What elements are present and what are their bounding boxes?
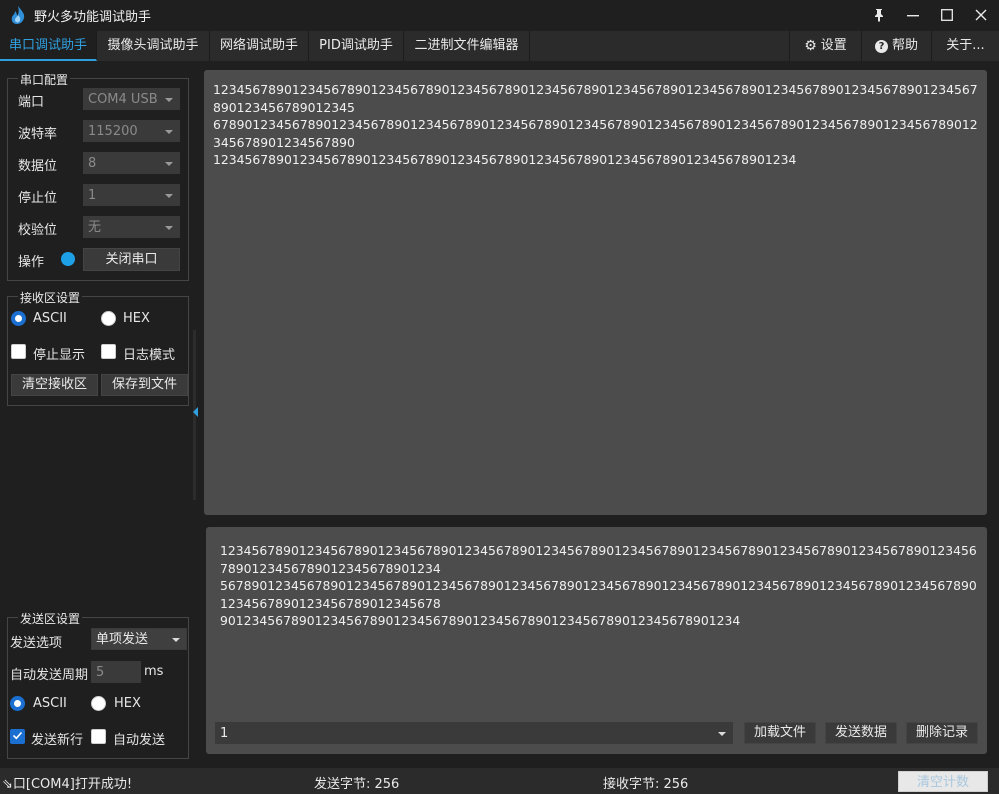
help-button[interactable]: ? 帮助 xyxy=(861,31,931,61)
gear-icon: ⚙ xyxy=(804,38,817,54)
receive-line: 6789012345678901234567890123456789012345… xyxy=(213,117,978,150)
chevron-down-icon xyxy=(172,638,180,642)
send-area: 1234567890123456789012345678901234567890… xyxy=(206,527,987,754)
receive-ascii-radio[interactable] xyxy=(11,311,26,326)
auto-period-label: 自动发送周期 xyxy=(10,668,89,683)
log-mode-label: 日志模式 xyxy=(123,348,176,363)
port-status-led-icon xyxy=(61,252,75,266)
chevron-down-icon xyxy=(165,130,173,134)
tab-camera-assistant[interactable]: 摄像头调试助手 xyxy=(97,31,210,61)
send-ascii-radio[interactable] xyxy=(10,696,25,711)
status-bar: ⇘口[COM4]打开成功! 发送字节: 256 接收字节: 256 清空计数 xyxy=(0,768,999,794)
title-bar: 野火多功能调试助手 xyxy=(0,0,999,30)
clear-count-button[interactable]: 清空计数 xyxy=(898,771,988,792)
clear-receive-button[interactable]: 清空接收区 xyxy=(11,374,98,396)
send-ascii-label: ASCII xyxy=(33,696,67,711)
chevron-down-icon xyxy=(718,732,726,736)
parity-label: 校验位 xyxy=(18,223,58,238)
port-value: COM4 USB xyxy=(88,92,158,107)
send-newline-label: 发送新行 xyxy=(31,733,84,748)
stop-display-label: 停止显示 xyxy=(33,348,86,363)
auto-period-input[interactable]: 5 xyxy=(91,661,141,683)
send-text[interactable]: 1234567890123456789012345678901234567890… xyxy=(220,542,980,630)
help-label: 帮助 xyxy=(891,38,918,53)
baud-value: 115200 xyxy=(88,124,138,139)
parity-value: 无 xyxy=(88,220,102,235)
maximize-icon[interactable] xyxy=(930,0,964,30)
status-message: ⇘口[COM4]打开成功! xyxy=(2,777,133,792)
send-data-button[interactable]: 发送数据 xyxy=(825,722,897,744)
send-newline-checkbox[interactable] xyxy=(10,729,25,744)
stopbits-label: 停止位 xyxy=(18,191,58,206)
databits-select[interactable]: 8 xyxy=(83,152,180,174)
parity-select[interactable]: 无 xyxy=(83,216,180,238)
databits-value: 8 xyxy=(88,156,97,171)
send-line: 5678901234567890123456789012345678901234… xyxy=(220,578,977,611)
close-port-button[interactable]: 关闭串口 xyxy=(83,248,180,271)
receive-line: 1234567890123456789012345678901234567890… xyxy=(213,82,978,115)
send-hex-label: HEX xyxy=(114,696,141,711)
port-select[interactable]: COM4 USB xyxy=(83,88,180,110)
port-label: 端口 xyxy=(18,95,45,110)
auto-period-value: 5 xyxy=(96,665,105,680)
chevron-down-icon xyxy=(165,162,173,166)
serial-config-title: 串口配置 xyxy=(18,71,71,88)
save-to-file-button[interactable]: 保存到文件 xyxy=(101,374,188,396)
checkmark-icon xyxy=(12,731,23,740)
auto-period-unit: ms xyxy=(144,664,164,679)
receive-area[interactable]: 1234567890123456789012345678901234567890… xyxy=(204,70,987,515)
auto-send-label: 自动发送 xyxy=(113,733,166,748)
send-history-value: 1 xyxy=(220,726,229,741)
databits-label: 数据位 xyxy=(18,159,58,174)
receive-ascii-label: ASCII xyxy=(33,311,67,326)
receive-settings-title: 接收区设置 xyxy=(18,289,83,306)
minimize-icon[interactable] xyxy=(896,0,930,30)
settings-button[interactable]: ⚙ 设置 xyxy=(789,31,861,61)
baud-label: 波特率 xyxy=(18,127,58,142)
tab-network-assistant[interactable]: 网络调试助手 xyxy=(210,31,309,61)
tab-bar: 串口调试助手 摄像头调试助手 网络调试助手 PID调试助手 二进制文件编辑器 ⚙… xyxy=(0,31,999,61)
receive-hex-radio[interactable] xyxy=(101,311,116,326)
send-history-select[interactable]: 1 xyxy=(215,722,733,744)
send-hex-radio[interactable] xyxy=(91,696,106,711)
load-file-button[interactable]: 加载文件 xyxy=(744,722,816,744)
chevron-down-icon xyxy=(165,98,173,102)
operation-label: 操作 xyxy=(18,255,45,270)
tab-binary-editor[interactable]: 二进制文件编辑器 xyxy=(404,31,530,61)
stopbits-select[interactable]: 1 xyxy=(83,184,180,206)
baud-select[interactable]: 115200 xyxy=(83,120,180,142)
receive-line: 1234567890123456789012345678901234567890… xyxy=(213,152,797,167)
stop-display-checkbox[interactable] xyxy=(11,344,26,359)
send-option-value: 单项发送 xyxy=(96,632,149,647)
auto-send-checkbox[interactable] xyxy=(91,729,106,744)
stopbits-value: 1 xyxy=(88,188,97,203)
receive-text: 1234567890123456789012345678901234567890… xyxy=(213,81,981,169)
received-bytes-count: 接收字节: 256 xyxy=(603,777,689,792)
window-title: 野火多功能调试助手 xyxy=(34,10,152,25)
help-icon: ? xyxy=(874,39,888,53)
flame-app-icon xyxy=(11,6,25,24)
pin-icon[interactable] xyxy=(862,0,896,30)
delete-record-button[interactable]: 删除记录 xyxy=(906,722,978,744)
settings-label: 设置 xyxy=(820,38,847,53)
send-settings-title: 发送区设置 xyxy=(18,610,83,627)
send-line: 1234567890123456789012345678901234567890… xyxy=(220,543,977,576)
chevron-down-icon xyxy=(165,194,173,198)
tab-serial-assistant[interactable]: 串口调试助手 xyxy=(0,31,97,61)
send-line: 9012345678901234567890123456789012345678… xyxy=(220,613,741,628)
about-button[interactable]: 关于... xyxy=(931,31,999,61)
send-option-label: 发送选项 xyxy=(10,636,63,651)
tab-pid-assistant[interactable]: PID调试助手 xyxy=(309,31,404,61)
chevron-down-icon xyxy=(165,226,173,230)
close-icon[interactable] xyxy=(964,0,998,30)
collapse-arrow-icon[interactable] xyxy=(193,407,198,417)
log-mode-checkbox[interactable] xyxy=(101,344,116,359)
sent-bytes-count: 发送字节: 256 xyxy=(314,777,400,792)
send-option-select[interactable]: 单项发送 xyxy=(91,628,187,650)
receive-hex-label: HEX xyxy=(123,311,150,326)
